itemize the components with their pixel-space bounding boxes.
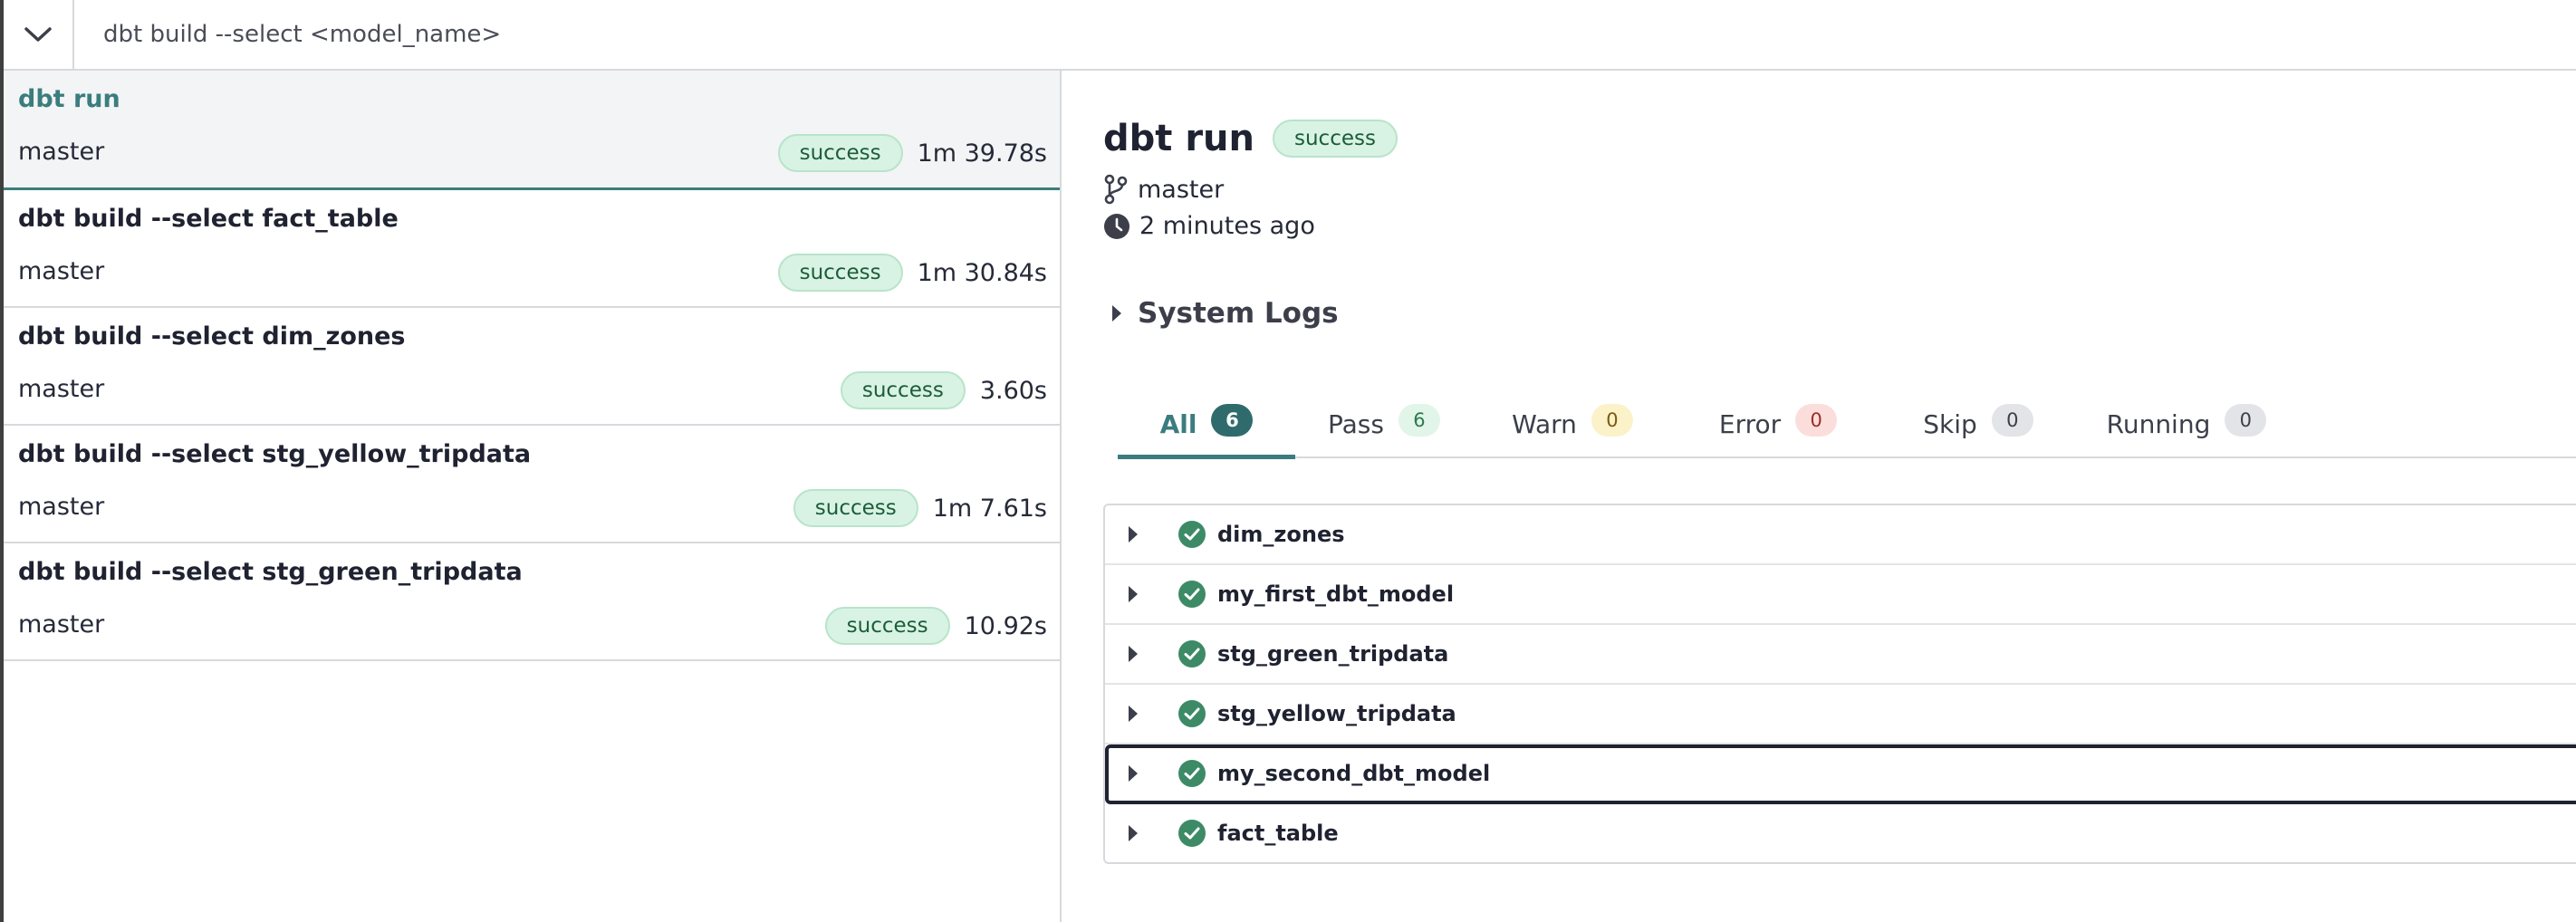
run-detail-pane: dbt run success master 2 minutes ago Sys… (1062, 71, 2576, 922)
run-branch: master (18, 493, 105, 521)
tab-label: All (1159, 409, 1197, 439)
tab-label: Error (1718, 409, 1782, 439)
run-title: dbt build --select stg_yellow_tripdata (18, 440, 532, 468)
status-badge: success (840, 371, 966, 409)
tab-pass[interactable]: Pass 6 (1295, 402, 1473, 453)
command-bar (4, 0, 2576, 71)
count-badge: 0 (1591, 404, 1633, 437)
run-history-list: dbt run master success 1m 39.78s dbt bui… (4, 71, 1062, 922)
model-name: fact_table (1217, 821, 1339, 846)
check-circle-icon (1178, 820, 1206, 847)
run-duration: 3.60s (979, 376, 1047, 405)
count-badge: 6 (1211, 404, 1254, 437)
model-row[interactable]: fact_table (1105, 804, 2576, 862)
run-item[interactable]: dbt build --select stg_yellow_tripdata m… (4, 426, 1060, 543)
check-circle-icon (1178, 700, 1206, 727)
tab-label: Running (2106, 409, 2211, 439)
command-input[interactable] (103, 16, 1190, 53)
status-filter-tabs: All 6 Pass 6 Warn 0 Error 0 Skip 0 Runni… (1118, 402, 2576, 459)
model-name: dim_zones (1217, 522, 1345, 547)
tab-running[interactable]: Running 0 (2072, 402, 2301, 453)
check-circle-icon (1178, 521, 1206, 548)
model-name: stg_green_tripdata (1217, 641, 1449, 667)
run-title: dbt run (18, 85, 120, 113)
expand-caret-icon[interactable] (1127, 823, 1139, 843)
status-badge: success (777, 254, 903, 292)
count-badge: 0 (1795, 404, 1838, 437)
run-duration: 1m 39.78s (917, 139, 1047, 168)
expand-caret-icon[interactable] (1127, 764, 1139, 783)
tab-label: Pass (1328, 409, 1384, 439)
clock-icon (1104, 213, 1129, 239)
run-item[interactable]: dbt build --select stg_green_tripdata ma… (4, 543, 1060, 661)
run-item[interactable]: dbt build --select fact_table master suc… (4, 190, 1060, 308)
tab-warn[interactable]: Warn 0 (1473, 402, 1672, 453)
run-time-ago: 2 minutes ago (1139, 212, 1315, 240)
run-branch: master (18, 138, 105, 166)
status-badge: success (777, 134, 903, 172)
model-name: stg_yellow_tripdata (1217, 701, 1456, 726)
run-title: dbt build --select fact_table (18, 205, 399, 233)
tab-label: Skip (1923, 409, 1977, 439)
tab-error[interactable]: Error 0 (1672, 402, 1884, 453)
collapse-toggle-button[interactable] (4, 0, 74, 69)
tab-all[interactable]: All 6 (1118, 402, 1295, 459)
expand-caret-icon[interactable] (1127, 524, 1139, 544)
check-circle-icon (1178, 640, 1206, 667)
page-title: dbt run (1103, 118, 1254, 159)
run-duration: 1m 7.61s (932, 494, 1047, 523)
status-badge: success (793, 489, 918, 527)
run-branch: master (18, 375, 105, 403)
model-row[interactable]: dim_zones (1105, 505, 2576, 565)
model-name: my_first_dbt_model (1217, 581, 1455, 607)
run-item[interactable]: dbt run master success 1m 39.78s (4, 71, 1060, 190)
run-branch: master (18, 257, 105, 285)
expand-caret-icon[interactable] (1127, 584, 1139, 604)
run-duration: 10.92s (964, 611, 1047, 640)
run-title: dbt build --select stg_green_tripdata (18, 558, 523, 586)
count-badge: 6 (1398, 404, 1440, 437)
system-logs-toggle[interactable]: System Logs (1110, 297, 1339, 330)
model-name: my_second_dbt_model (1217, 761, 1491, 786)
branch-name: master (1138, 175, 1225, 204)
caret-right-icon (1112, 305, 1121, 322)
model-row[interactable]: my_first_dbt_model (1105, 565, 2576, 625)
tab-label: Warn (1512, 409, 1577, 439)
time-row: 2 minutes ago (1103, 212, 1315, 240)
run-title: dbt build --select dim_zones (18, 322, 406, 351)
model-row[interactable]: stg_green_tripdata (1105, 625, 2576, 685)
check-circle-icon (1178, 581, 1206, 608)
model-results-list: dim_zones my_first_dbt_model stg_green_t… (1103, 504, 2576, 864)
expand-caret-icon[interactable] (1127, 704, 1139, 724)
chevron-down-icon (24, 27, 52, 42)
git-branch-icon (1104, 174, 1128, 205)
run-duration: 1m 30.84s (917, 258, 1047, 287)
run-item[interactable]: dbt build --select dim_zones master succ… (4, 308, 1060, 426)
model-row[interactable]: my_second_dbt_model (1105, 744, 2576, 804)
status-badge: success (1273, 120, 1398, 158)
system-logs-label: System Logs (1138, 297, 1339, 330)
branch-row: master (1103, 174, 1224, 205)
model-row[interactable]: stg_yellow_tripdata (1105, 685, 2576, 744)
count-badge: 0 (1991, 404, 2033, 437)
tab-skip[interactable]: Skip 0 (1884, 402, 2072, 453)
run-branch: master (18, 610, 105, 639)
status-badge: success (824, 607, 950, 645)
count-badge: 0 (2225, 404, 2267, 437)
expand-caret-icon[interactable] (1127, 644, 1139, 664)
check-circle-icon (1178, 760, 1206, 787)
